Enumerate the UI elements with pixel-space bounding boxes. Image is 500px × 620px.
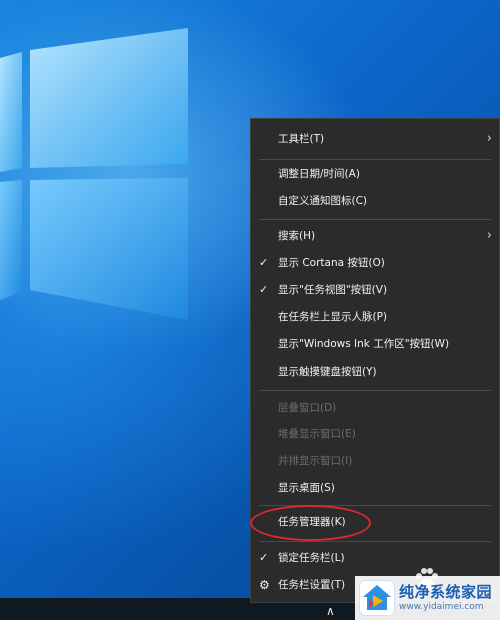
menu-item-label: 在任务栏上显示人脉(P): [278, 311, 388, 323]
menu-item-label: 显示触摸键盘按钮(Y): [278, 366, 377, 378]
gear-icon: ⚙: [259, 578, 270, 592]
menu-item-cascade-windows: 层叠窗口(D): [251, 395, 500, 421]
menu-separator: [259, 159, 491, 160]
windows-logo-light: [0, 28, 188, 320]
menu-item-label: 工具栏(T): [278, 133, 325, 145]
watermark-title: 纯净系统家园: [399, 583, 493, 601]
menu-item-label: 显示"Windows Ink 工作区"按钮(W): [278, 338, 450, 350]
check-icon: ✓: [259, 551, 269, 564]
menu-separator: [259, 219, 491, 220]
menu-item-show-touch-keyboard-button[interactable]: 显示触摸键盘按钮(Y): [251, 359, 500, 385]
menu-item-label: 锁定任务栏(L): [278, 552, 345, 564]
menu-item-label: 显示桌面(S): [278, 482, 335, 494]
highlight-ellipse: [250, 505, 371, 541]
menu-item-stack-windows: 堆叠显示窗口(E): [251, 421, 500, 447]
watermark-url: www.yidaimei.com: [399, 602, 484, 612]
menu-item-label: 任务栏设置(T): [278, 579, 346, 591]
menu-item-label: 层叠窗口(D): [278, 402, 337, 414]
menu-item-show-windows-ink-button[interactable]: 显示"Windows Ink 工作区"按钮(W): [251, 331, 500, 357]
menu-item-label: 调整日期/时间(A): [278, 168, 360, 180]
menu-separator: [259, 390, 491, 391]
menu-item-customize-notification-icons[interactable]: 自定义通知图标(C): [251, 188, 500, 214]
house-icon: [363, 585, 391, 610]
check-icon: ✓: [259, 256, 269, 269]
menu-item-label: 自定义通知图标(C): [278, 195, 368, 207]
menu-item-label: 堆叠显示窗口(E): [278, 428, 356, 440]
menu-item-show-cortana-button[interactable]: ✓ 显示 Cortana 按钮(O): [251, 250, 500, 276]
menu-item-search[interactable]: 搜索(H) ›: [251, 223, 500, 249]
menu-item-show-people[interactable]: 在任务栏上显示人脉(P): [251, 304, 500, 330]
menu-item-side-by-side-windows: 并排显示窗口(I): [251, 448, 500, 474]
watermark-logo: [359, 580, 395, 616]
site-watermark: 纯净系统家园 www.yidaimei.com: [355, 576, 500, 620]
chevron-right-icon: ›: [486, 131, 492, 146]
menu-item-label: 显示"任务视图"按钮(V): [278, 284, 388, 296]
check-icon: ✓: [259, 283, 269, 296]
menu-item-adjust-date-time[interactable]: 调整日期/时间(A): [251, 161, 500, 187]
menu-item-show-task-view-button[interactable]: ✓ 显示"任务视图"按钮(V): [251, 277, 500, 303]
menu-item-label: 并排显示窗口(I): [278, 455, 353, 467]
menu-item-toolbars[interactable]: 工具栏(T) ›: [251, 126, 500, 152]
tray-overflow-icon[interactable]: ∧: [326, 604, 335, 618]
menu-item-label: 搜索(H): [278, 230, 316, 242]
menu-item-label: 显示 Cortana 按钮(O): [278, 257, 385, 269]
menu-item-lock-taskbar[interactable]: ✓ 锁定任务栏(L): [251, 545, 500, 571]
menu-item-show-desktop[interactable]: 显示桌面(S): [251, 475, 500, 501]
menu-separator: [259, 541, 491, 542]
chevron-right-icon: ›: [486, 228, 492, 243]
